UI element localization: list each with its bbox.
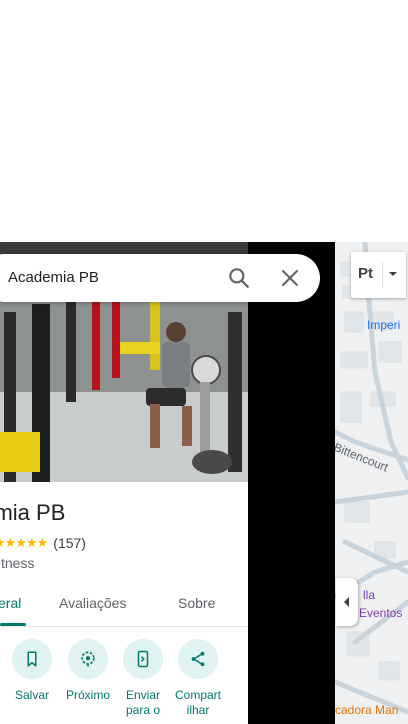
rating-count: (157) (53, 535, 86, 551)
search-box[interactable]: Academia PB (0, 254, 320, 302)
send-to-phone-icon (137, 650, 149, 668)
tab-reviews[interactable]: Avaliações (59, 595, 126, 611)
tab-overview[interactable]: eral (0, 595, 21, 611)
black-gap (248, 242, 335, 724)
nearby-button[interactable]: Próximo (60, 639, 116, 703)
place-category[interactable]: fitness (0, 555, 34, 571)
active-tab-indicator (0, 623, 26, 626)
send-to-phone-button[interactable]: Enviar para o (115, 639, 171, 718)
tab-about[interactable]: Sobre (178, 595, 215, 611)
layers-button[interactable]: Pt (351, 252, 406, 298)
rating-row[interactable]: ★★★★★ (157) (0, 535, 86, 551)
bookmark-icon (27, 651, 37, 667)
action-buttons: Salvar Próximo Enviar para o Compart ilh… (0, 639, 248, 724)
share-button[interactable]: Compart ilhar (170, 639, 226, 718)
star-rating-icon: ★★★★★ (0, 535, 48, 550)
share-icon (191, 651, 205, 667)
place-panel: demia PB ★★★★★ (157) fitness eral Avalia… (0, 242, 248, 724)
blank-area (0, 0, 408, 242)
map-roads (335, 242, 408, 724)
send-to-phone-label: Enviar para o (125, 688, 161, 717)
layers-icon: Pt (358, 265, 373, 282)
nearby-label: Próximo (65, 688, 110, 702)
save-label: Salvar (14, 688, 49, 702)
map-label-eventos[interactable]: Eventos (359, 606, 402, 620)
chevron-down-icon[interactable] (387, 269, 399, 279)
save-button[interactable]: Salvar (4, 639, 60, 703)
map-label-imperi[interactable]: Imperi (367, 318, 400, 332)
map-view[interactable]: Imperi Bittencourt lla Eventos cadora Ma… (335, 242, 408, 724)
chevron-left-icon (344, 597, 349, 607)
search-input[interactable]: Academia PB (8, 269, 99, 286)
map-label-locadora[interactable]: cadora Man (335, 703, 398, 717)
layers-divider (382, 262, 383, 288)
close-icon[interactable] (278, 266, 302, 290)
search-icon[interactable] (226, 265, 252, 291)
nearby-icon (81, 651, 95, 667)
collapse-panel-button[interactable] (336, 578, 358, 626)
place-tabs: eral Avaliações Sobre (0, 585, 248, 627)
share-label: Compart ilhar (174, 688, 221, 717)
map-label-lla[interactable]: lla (363, 588, 375, 602)
place-title: demia PB (0, 500, 66, 525)
